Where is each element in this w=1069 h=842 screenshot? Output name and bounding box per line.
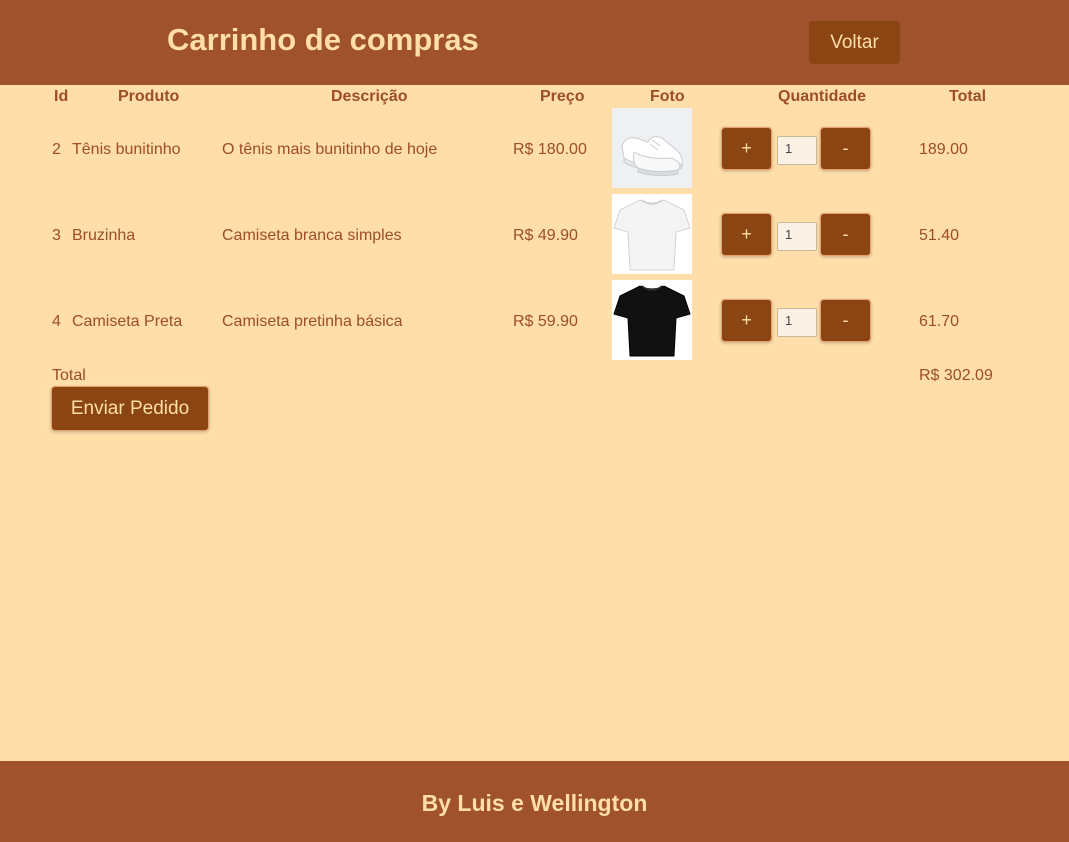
total-value: R$ 302.09	[919, 367, 993, 384]
row-id: 2	[52, 141, 61, 158]
column-header-photo: Foto	[650, 88, 685, 105]
decrease-quantity-button[interactable]: -	[820, 213, 871, 256]
increase-quantity-button[interactable]: +	[721, 127, 772, 170]
product-photo-white-tshirt	[612, 194, 692, 274]
column-header-product: Produto	[118, 88, 180, 105]
row-description: Camiseta branca simples	[222, 227, 402, 244]
row-product: Tênis bunitinho	[72, 141, 181, 158]
row-product: Camiseta Preta	[72, 313, 183, 330]
increase-quantity-button[interactable]: +	[721, 213, 772, 256]
page-title: Carrinho de compras	[167, 22, 479, 57]
row-description: Camiseta pretinha básica	[222, 313, 403, 330]
total-label: Total	[52, 367, 86, 384]
row-id: 3	[52, 227, 61, 244]
column-header-quantity: Quantidade	[778, 88, 867, 105]
row-price: R$ 180.00	[513, 141, 587, 158]
back-button[interactable]: Voltar	[809, 21, 900, 64]
column-header-total: Total	[949, 88, 987, 105]
increase-quantity-button[interactable]: +	[721, 299, 772, 342]
app-header: Carrinho de compras Voltar	[0, 0, 1069, 85]
row-total: 51.40	[919, 227, 960, 244]
send-order-button[interactable]: Enviar Pedido	[51, 386, 209, 431]
row-total: 189.00	[919, 141, 968, 158]
decrease-quantity-button[interactable]: -	[820, 127, 871, 170]
column-header-description: Descrição	[331, 88, 408, 105]
product-photo-sneaker	[612, 108, 692, 188]
row-product: Bruzinha	[72, 227, 136, 244]
row-id: 4	[52, 313, 61, 330]
column-header-price: Preço	[540, 88, 585, 105]
quantity-input[interactable]: 1	[777, 308, 817, 337]
row-price: R$ 49.90	[513, 227, 578, 244]
row-description: O tênis mais bunitinho de hoje	[222, 141, 438, 158]
row-price: R$ 59.90	[513, 313, 578, 330]
quantity-input[interactable]: 1	[777, 222, 817, 251]
app-footer: By Luis e Wellington	[0, 761, 1069, 842]
column-header-id: Id	[54, 88, 69, 105]
footer-credits: By Luis e Wellington	[421, 790, 648, 816]
product-photo-black-tshirt	[612, 280, 692, 360]
quantity-input[interactable]: 1	[777, 136, 817, 165]
decrease-quantity-button[interactable]: -	[820, 299, 871, 342]
row-total: 61.70	[919, 313, 960, 330]
